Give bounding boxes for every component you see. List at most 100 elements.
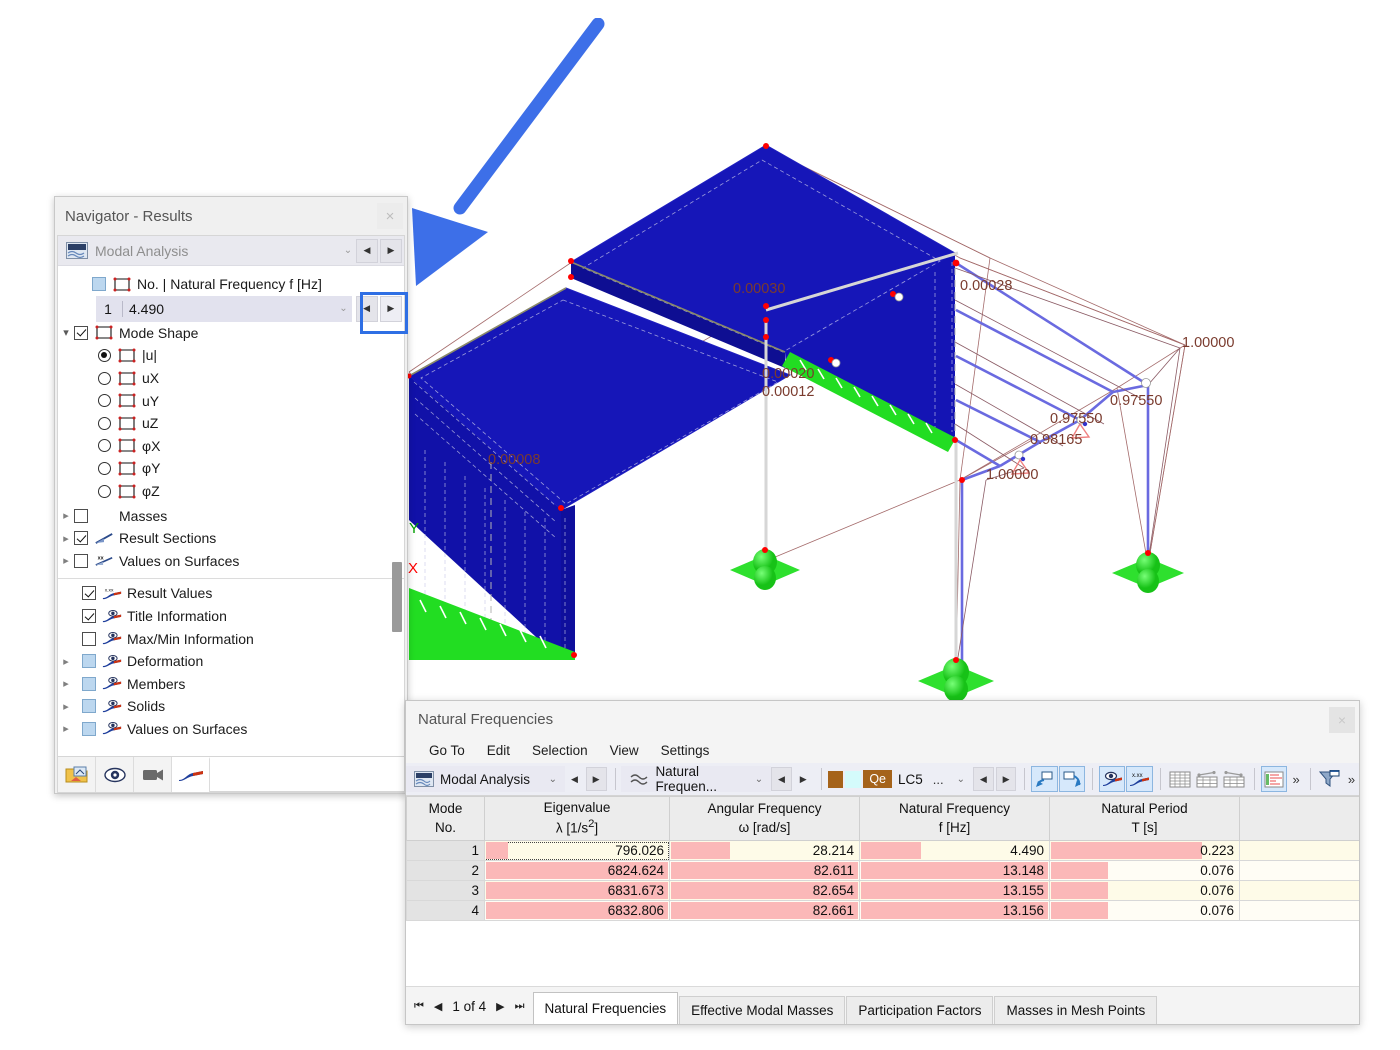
chevron-down-icon[interactable]: ⌄ [340, 245, 356, 256]
table-full-button[interactable] [1167, 766, 1193, 792]
checkbox[interactable] [82, 631, 96, 646]
cell-angular[interactable]: 28.214 [669, 840, 860, 861]
radio-6[interactable] [98, 484, 111, 498]
mode-component-uy[interactable]: uY [58, 389, 404, 412]
export-table-button[interactable] [1058, 766, 1086, 792]
tab-participation-factors[interactable]: Participation Factors [846, 996, 994, 1024]
tree-item-result-sections[interactable]: ▸ Result Sections [58, 527, 404, 550]
case-next-button[interactable]: ▶ [995, 767, 1017, 791]
project-navigator-tab[interactable] [58, 757, 96, 792]
natural-frequencies-titlebar[interactable]: Natural Frequencies × [406, 701, 1359, 738]
pager-last-button[interactable]: ⏭ [515, 1000, 525, 1013]
cell-mode-no[interactable]: 1 [406, 840, 485, 861]
checkbox[interactable] [82, 654, 96, 669]
more-cases-label[interactable]: ... [933, 772, 944, 787]
table-row[interactable]: 1 796.026 28.214 4.490 0.223 [406, 840, 1359, 861]
table-prev-button[interactable]: ◀ [771, 767, 792, 791]
menu-item-edit[interactable]: Edit [476, 743, 521, 758]
chevron-down-icon[interactable]: ▾ [58, 326, 74, 339]
display-item-solids[interactable]: ▸ Solids [58, 695, 404, 718]
display-item-values-on-surfaces[interactable]: ▸ Values on Surfaces [58, 718, 404, 741]
chevron-right-icon[interactable]: ▸ [58, 554, 74, 567]
import-table-button[interactable] [1031, 766, 1058, 792]
show-results-button[interactable] [1098, 766, 1126, 792]
table-type-combo[interactable]: Natural Frequen... ⌄ [621, 764, 772, 794]
load-case-label[interactable]: LC5 [898, 772, 923, 787]
chevron-right-icon[interactable]: ▸ [58, 677, 74, 690]
column-header-angular-frequency[interactable]: Angular Frequency ω [rad/s] [669, 796, 860, 841]
analysis-combo[interactable]: Modal Analysis ⌄ [406, 766, 566, 792]
frequency-next-button[interactable]: ▶ [379, 295, 402, 322]
checkbox[interactable] [82, 609, 96, 624]
tree-item-natural-frequency[interactable]: No. | Natural Frequency f [Hz] [58, 273, 404, 296]
close-icon[interactable]: × [377, 203, 403, 229]
tree-item-mode-shape[interactable]: ▾ Mode Shape [58, 322, 404, 345]
cell-blank[interactable] [1239, 900, 1359, 921]
color-bars-button[interactable] [1261, 766, 1288, 792]
cell-period[interactable]: 0.223 [1049, 840, 1240, 861]
checkbox[interactable] [82, 676, 96, 691]
mode-component-y[interactable]: φY [58, 457, 404, 480]
navigator-results-window[interactable]: Navigator - Results × Modal Analysis ⌄ ◀… [54, 196, 408, 794]
radio-3[interactable] [98, 416, 111, 430]
table-chart-1-button[interactable] [1194, 766, 1220, 792]
tab-effective-modal-masses[interactable]: Effective Modal Masses [679, 996, 846, 1024]
views-navigator-tab[interactable] [134, 757, 172, 792]
tree-item-masses[interactable]: ▸ Masses [58, 504, 404, 527]
results-navigator-tab[interactable] [172, 757, 210, 792]
toolbar-overflow-1[interactable]: » [1292, 772, 1299, 787]
table-chart-2-button[interactable] [1221, 766, 1247, 792]
checkbox[interactable] [82, 586, 96, 601]
filter-button[interactable] [1317, 766, 1343, 792]
cell-eigenvalue[interactable]: 6831.673 [484, 880, 670, 901]
table-row[interactable]: 4 6832.806 82.661 13.156 0.076 [406, 900, 1359, 921]
radio-1[interactable] [98, 371, 111, 385]
analysis-combo-row[interactable]: Modal Analysis ⌄ ◀ ▶ [58, 236, 404, 266]
menu-item-selection[interactable]: Selection [521, 743, 599, 758]
pager-next-button[interactable]: ▶ [496, 1000, 504, 1013]
pager-first-button[interactable]: ⏮ [414, 1000, 424, 1013]
mode-component-ux[interactable]: uX [58, 367, 404, 390]
cell-period[interactable]: 0.076 [1049, 880, 1240, 901]
display-item-members[interactable]: ▸ Members [58, 673, 404, 696]
display-item-max-min-information[interactable]: Max/Min Information [58, 627, 404, 650]
tree-item-values-on-surfaces[interactable]: ▸ xx Values on Surfaces [58, 550, 404, 573]
cell-angular[interactable]: 82.654 [669, 880, 860, 901]
cell-blank[interactable] [1239, 860, 1359, 881]
close-icon[interactable]: × [1329, 706, 1355, 733]
table-body[interactable]: 1 796.026 28.214 4.490 0.223 2 6824.624 82.611 1… [406, 840, 1359, 986]
cell-period[interactable]: 0.076 [1049, 860, 1240, 881]
display-options-list[interactable]: x.xx Result Values Title Information Max… [58, 582, 404, 740]
checkbox[interactable] [74, 531, 88, 546]
natural-frequencies-menubar[interactable]: Go To Edit Selection View Settings [406, 738, 1359, 763]
color-swatch-cyan[interactable] [845, 770, 862, 788]
cell-frequency[interactable]: 13.148 [859, 860, 1050, 881]
analysis-next-button[interactable]: ▶ [380, 238, 402, 263]
navigator-tabbar[interactable] [58, 756, 404, 792]
cell-blank[interactable] [1239, 880, 1359, 901]
natural-frequencies-footer[interactable]: ⏮ ◀ 1 of 4 ▶ ⏭ Natural Frequencies Effect… [406, 986, 1359, 1024]
table-row[interactable]: 2 6824.624 82.611 13.148 0.076 [406, 860, 1359, 881]
result-values-button[interactable]: x.xx [1126, 766, 1153, 792]
checkbox[interactable] [74, 553, 88, 568]
chevron-down-icon[interactable]: ⌄ [957, 774, 965, 785]
analysis-prev-button[interactable]: ◀ [565, 767, 584, 791]
radio-5[interactable] [98, 461, 111, 475]
display-navigator-tab[interactable] [96, 757, 134, 792]
mode-component-u[interactable]: |u| [58, 344, 404, 367]
navigator-titlebar[interactable]: Navigator - Results × [55, 197, 407, 235]
chevron-right-icon[interactable]: ▸ [58, 722, 74, 735]
result-group-list[interactable]: ▸ Masses ▸ Result Sections ▸ xx Values on S… [58, 504, 404, 572]
natural-frequencies-window[interactable]: Natural Frequencies × Go To Edit Selection… [405, 700, 1360, 1025]
frequency-selector[interactable]: 1 4.490 ⌄ [96, 295, 352, 322]
mode-component-uz[interactable]: uZ [58, 412, 404, 435]
results-tree[interactable]: No. | Natural Frequency f [Hz] 1 4.490 ⌄… [58, 266, 404, 756]
column-header-natural-period[interactable]: Natural Period T [s] [1049, 796, 1240, 841]
display-item-result-values[interactable]: x.xx Result Values [58, 582, 404, 605]
chevron-right-icon[interactable]: ▸ [58, 509, 74, 522]
column-header-mode[interactable]: Mode No. [406, 796, 485, 841]
mode-component-x[interactable]: φX [58, 435, 404, 458]
checkbox[interactable] [82, 699, 96, 714]
column-header-natural-frequency[interactable]: Natural Frequency f [Hz] [859, 796, 1050, 841]
cell-eigenvalue[interactable]: 796.026 [484, 840, 670, 861]
